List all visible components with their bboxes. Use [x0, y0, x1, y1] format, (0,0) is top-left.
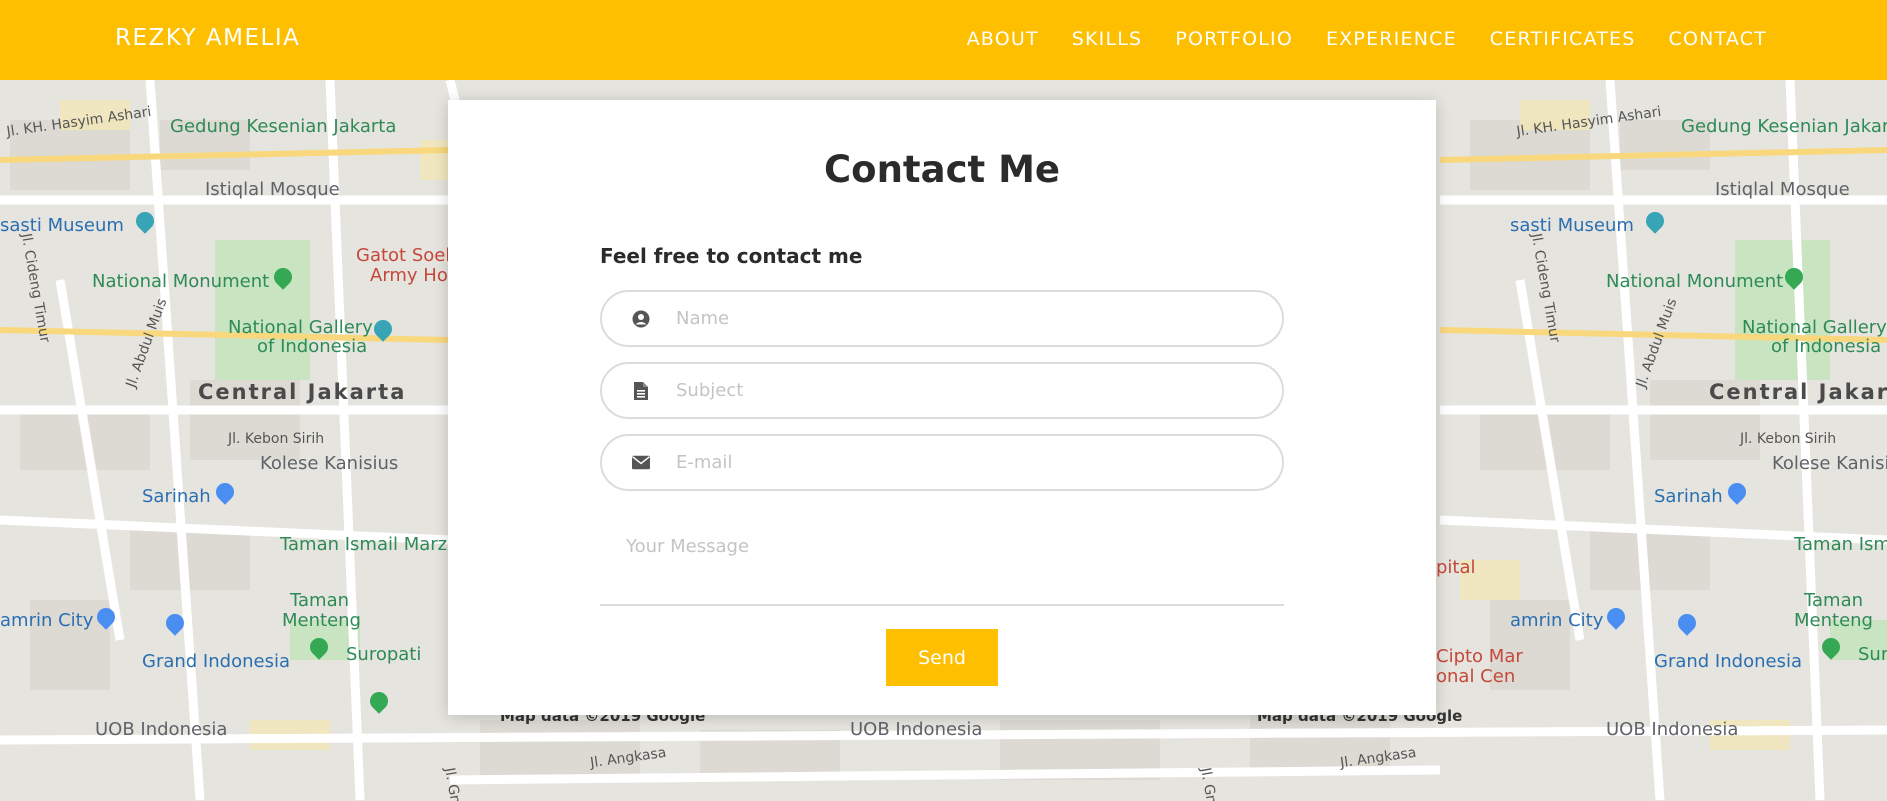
nav-about[interactable]: ABOUT — [967, 28, 1039, 50]
nav-menu: ABOUT SKILLS PORTFOLIO EXPERIENCE CERTIF… — [967, 28, 1767, 50]
map-label: pital — [1436, 557, 1476, 578]
map-label: of Indonesia — [257, 336, 368, 357]
map-label: Jl. Kebon Sirih — [228, 431, 325, 447]
name-field[interactable] — [600, 290, 1284, 347]
map-label: Sur — [1858, 644, 1887, 665]
send-button[interactable]: Send — [886, 629, 998, 686]
map-label: Gatot Soeb — [356, 245, 457, 266]
map-label: Sarinah — [1654, 486, 1723, 507]
subject-input[interactable] — [676, 380, 1236, 401]
map-label: Gedung Kesenian Jakarta — [1681, 116, 1887, 137]
envelope-icon — [632, 454, 650, 472]
map-label: Grand Indonesia — [1654, 651, 1802, 672]
map-label: Taman Ismail Marzu — [280, 534, 459, 555]
map-label: Jl. Kebon Sirih — [1740, 431, 1837, 447]
subject-field[interactable] — [600, 362, 1284, 419]
nav-contact[interactable]: CONTACT — [1668, 28, 1767, 50]
map-label: National Gallery — [1742, 317, 1887, 338]
map-label: National Monument — [92, 271, 270, 292]
contact-title: Contact Me — [824, 148, 1060, 191]
map-label: Kolese Kanisius — [260, 453, 399, 474]
map-label: Central Jakarta — [198, 380, 407, 404]
nav-certificates[interactable]: CERTIFICATES — [1490, 28, 1636, 50]
map-label: UOB Indonesia — [850, 719, 983, 740]
map-label: Menteng — [1794, 610, 1873, 631]
map-label: Suropati — [346, 644, 422, 665]
map-label: Istiqlal Mosque — [1715, 179, 1850, 200]
map-label: Taman Isma — [1794, 534, 1887, 555]
message-textarea[interactable] — [600, 512, 1284, 606]
nav-skills[interactable]: SKILLS — [1072, 28, 1143, 50]
map-label: National Gallery — [228, 317, 373, 338]
map-label: UOB Indonesia — [1606, 719, 1739, 740]
email-input[interactable] — [676, 452, 1236, 473]
map-label: Menteng — [282, 610, 361, 631]
user-circle-icon — [632, 310, 650, 328]
contact-card: Contact Me Feel free to contact me Name … — [448, 100, 1436, 715]
map-label: amrin City — [0, 610, 94, 631]
map-label: UOB Indonesia — [95, 719, 228, 740]
map-label: Sarinah — [142, 486, 211, 507]
map-label: sasti Museum — [0, 215, 124, 236]
map-label: National Monument — [1606, 271, 1784, 292]
document-icon — [632, 381, 650, 400]
map-label: Taman — [290, 590, 350, 611]
navbar: REZKY AMELIA ABOUT SKILLS PORTFOLIO EXPE… — [0, 0, 1887, 80]
map-label: Gedung Kesenian Jakarta — [170, 116, 397, 137]
nav-portfolio[interactable]: PORTFOLIO — [1175, 28, 1293, 50]
map-label: Central Jakar — [1709, 380, 1887, 404]
map-label: onal Cen — [1436, 666, 1516, 687]
map-label: of Indonesia — [1771, 336, 1882, 357]
map-label: Army Hos — [370, 265, 458, 286]
map-label: Cipto Mar — [1436, 646, 1523, 667]
map-label: Taman — [1804, 590, 1864, 611]
map-label: sasti Museum — [1510, 215, 1634, 236]
contact-intro: Feel free to contact me — [600, 244, 863, 268]
map-label: Grand Indonesia — [142, 651, 290, 672]
map-label: amrin City — [1510, 610, 1604, 631]
name-input[interactable] — [676, 308, 1236, 329]
brand-logo[interactable]: REZKY AMELIA — [115, 25, 300, 51]
map-label: Istiqlal Mosque — [205, 179, 340, 200]
email-field[interactable] — [600, 434, 1284, 491]
nav-experience[interactable]: EXPERIENCE — [1326, 28, 1457, 50]
map-label: Kolese Kanisius — [1772, 453, 1887, 474]
